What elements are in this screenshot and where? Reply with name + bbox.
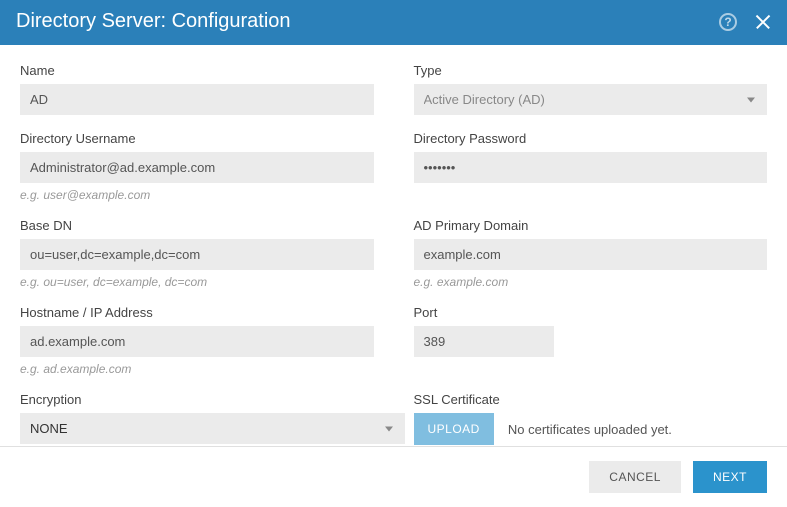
help-icon[interactable]: ? xyxy=(719,13,737,31)
name-label: Name xyxy=(20,63,374,78)
ssl-status: No certificates uploaded yet. xyxy=(508,422,672,437)
encryption-label: Encryption xyxy=(20,392,374,407)
primary-domain-input[interactable] xyxy=(414,239,768,270)
username-hint: e.g. user@example.com xyxy=(20,188,374,202)
username-label: Directory Username xyxy=(20,131,374,146)
primary-domain-label: AD Primary Domain xyxy=(414,218,768,233)
close-icon[interactable] xyxy=(755,14,771,30)
name-input[interactable] xyxy=(20,84,374,115)
cancel-button[interactable]: CANCEL xyxy=(589,461,681,493)
upload-button[interactable]: UPLOAD xyxy=(414,413,494,445)
password-input[interactable] xyxy=(414,152,768,183)
dialog-footer: CANCEL NEXT xyxy=(0,446,787,507)
username-input[interactable] xyxy=(20,152,374,183)
ssl-label: SSL Certificate xyxy=(414,392,768,407)
primary-domain-hint: e.g. example.com xyxy=(414,275,768,289)
port-input[interactable] xyxy=(414,326,554,357)
hostname-hint: e.g. ad.example.com xyxy=(20,362,374,376)
hostname-label: Hostname / IP Address xyxy=(20,305,374,320)
port-label: Port xyxy=(414,305,768,320)
dialog-title: Directory Server: Configuration xyxy=(16,10,291,33)
next-button[interactable]: NEXT xyxy=(693,461,767,493)
hostname-input[interactable] xyxy=(20,326,374,357)
dialog-content: Name Type Active Directory (AD) Director… xyxy=(0,45,787,471)
basedn-hint: e.g. ou=user, dc=example, dc=com xyxy=(20,275,374,289)
basedn-label: Base DN xyxy=(20,218,374,233)
dialog-header: Directory Server: Configuration ? xyxy=(0,0,787,45)
password-label: Directory Password xyxy=(414,131,768,146)
basedn-input[interactable] xyxy=(20,239,374,270)
type-label: Type xyxy=(414,63,768,78)
header-actions: ? xyxy=(719,13,771,31)
encryption-select[interactable]: NONE xyxy=(20,413,405,444)
type-select[interactable]: Active Directory (AD) xyxy=(414,84,768,115)
